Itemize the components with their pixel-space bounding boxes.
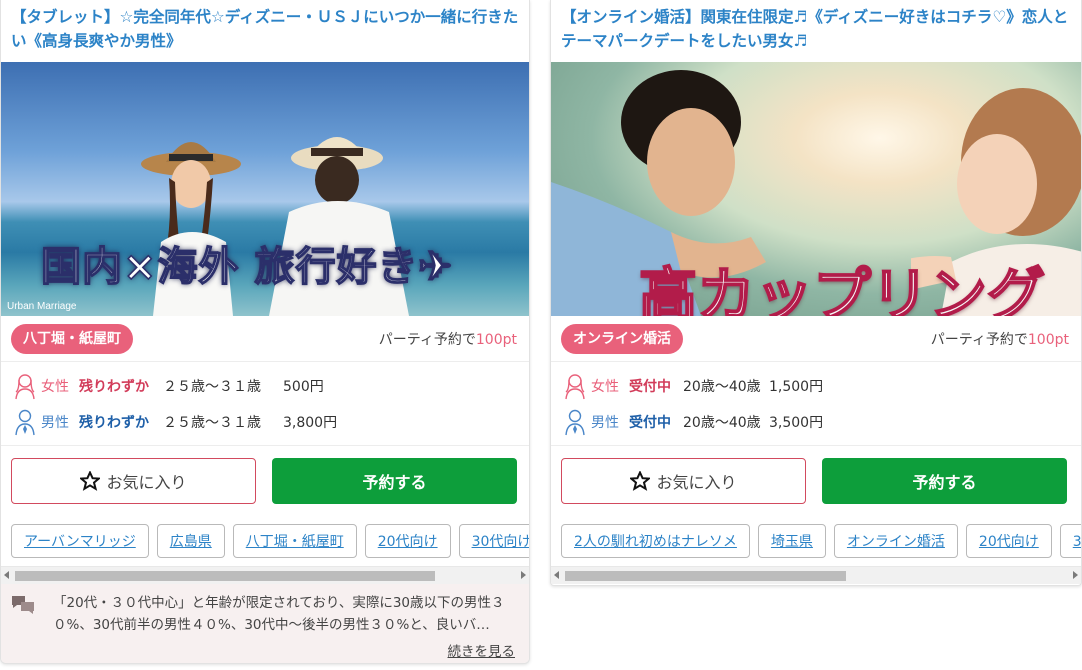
star-icon — [80, 471, 101, 491]
reserve-points: パーティ予約で100pt — [379, 329, 517, 349]
scroll-left-arrow-icon[interactable] — [4, 571, 9, 579]
favorite-label: お気に入り — [656, 473, 737, 492]
female-price: 1,500円 — [769, 379, 824, 395]
reserve-points-value: 100pt — [1027, 331, 1069, 348]
reserve-points-label: パーティ予約で — [378, 331, 476, 348]
event-card: 【タブレット】☆完全同年代☆ディズニー・ＵＳＪにいつか一緒に行きたい《高身長爽や… — [0, 0, 530, 664]
male-icon — [565, 409, 585, 436]
female-row: 女性 受付中 20歳～40歳 1,500円 — [563, 368, 1069, 404]
brand-logo: Urban Marriage — [7, 301, 77, 312]
reserve-points: パーティ予約で100pt — [931, 329, 1069, 349]
event-meta: 八丁堀・紙屋町 パーティ予約で100pt — [1, 316, 529, 362]
event-title[interactable]: 【オンライン婚活】関東在住限定♬《ディズニー好きはコチラ♡》恋人とテーマパークデ… — [551, 0, 1081, 62]
gender-conditions: 女性 受付中 20歳～40歳 1,500円 男性 受付中 20歳～40歳 3,5… — [551, 362, 1081, 446]
event-title-link[interactable]: 【オンライン婚活】関東在住限定♬《ディズニー好きはコチラ♡》恋人とテーマパークデ… — [561, 8, 1068, 50]
hero-caption: 高カップリング — [638, 260, 1046, 316]
scroll-left-arrow-icon[interactable] — [554, 571, 559, 579]
event-image[interactable]: 国内×海外 旅行好き✈ Urban Marriage — [1, 62, 529, 316]
reserve-points-value: 100pt — [475, 331, 517, 348]
male-row: 男性 受付中 20歳～40歳 3,500円 — [563, 404, 1069, 440]
tag-link[interactable]: 八丁堀・紙屋町 — [232, 524, 357, 558]
reserve-button[interactable]: 予約する — [822, 458, 1067, 504]
female-label: 女性 — [41, 379, 69, 395]
tag-link[interactable]: 30代向け — [1059, 524, 1081, 558]
female-status: 受付中 — [629, 379, 671, 395]
female-row: 女性 残りわずか ２５歳～３１歳 500円 — [13, 368, 517, 404]
read-more-link[interactable]: 続きを見る — [448, 640, 516, 660]
event-image[interactable]: 高カップリング — [551, 62, 1081, 316]
tag-link[interactable]: 広島県 — [156, 524, 225, 558]
male-status: 残りわずか — [79, 415, 149, 431]
event-title-link[interactable]: 【タブレット】☆完全同年代☆ディズニー・ＵＳＪにいつか一緒に行きたい《高身長爽や… — [11, 8, 518, 50]
area-badge[interactable]: オンライン婚活 — [561, 323, 683, 354]
favorite-label: お気に入り — [106, 473, 187, 492]
tag-list: アーバンマリッジ 広島県 八丁堀・紙屋町 20代向け 30代向け — [1, 516, 529, 566]
reserve-points-label: パーティ予約で — [930, 331, 1028, 348]
tags-scrollbar[interactable] — [1, 566, 529, 584]
event-card: 【オンライン婚活】関東在住限定♬《ディズニー好きはコチラ♡》恋人とテーマパークデ… — [550, 0, 1082, 586]
tag-link[interactable]: 2人の馴れ初めはナレソメ — [561, 524, 750, 558]
male-row: 男性 残りわずか ２５歳～３１歳 3,800円 — [13, 404, 517, 440]
review-text: 「20代・３０代中心」と年齢が限定されており、実際に30歳以下の男性３０%、30… — [53, 595, 505, 633]
male-price: 3,500円 — [769, 415, 824, 431]
male-price: 3,800円 — [283, 415, 338, 431]
event-title[interactable]: 【タブレット】☆完全同年代☆ディズニー・ＵＳＪにいつか一緒に行きたい《高身長爽や… — [1, 0, 529, 62]
female-price: 500円 — [283, 379, 324, 395]
card-actions: お気に入り 予約する — [551, 446, 1081, 516]
male-status: 受付中 — [629, 415, 671, 431]
gender-conditions: 女性 残りわずか ２５歳～３１歳 500円 男性 残りわずか ２５歳～３１歳 3… — [1, 362, 529, 446]
area-badge[interactable]: 八丁堀・紙屋町 — [11, 323, 133, 354]
event-meta: オンライン婚活 パーティ予約で100pt — [551, 316, 1081, 362]
female-label: 女性 — [591, 379, 619, 395]
hero-caption: 国内×海外 旅行好き✈ — [40, 242, 453, 291]
tag-link[interactable]: アーバンマリッジ — [11, 524, 149, 558]
scrollbar-thumb[interactable] — [15, 571, 435, 581]
scroll-right-arrow-icon[interactable] — [1073, 571, 1078, 579]
scroll-right-arrow-icon[interactable] — [521, 571, 526, 579]
tags-scrollbar[interactable] — [551, 566, 1081, 584]
tag-link[interactable]: 30代向け — [458, 524, 529, 558]
tag-list: 2人の馴れ初めはナレソメ 埼玉県 オンライン婚活 20代向け 30代向け — [551, 516, 1081, 566]
tag-link[interactable]: オンライン婚活 — [833, 524, 958, 558]
male-age-range: 20歳～40歳 — [683, 415, 761, 431]
male-label: 男性 — [41, 415, 69, 431]
favorite-button[interactable]: お気に入り — [11, 458, 256, 504]
card-actions: お気に入り 予約する — [1, 446, 529, 516]
male-label: 男性 — [591, 415, 619, 431]
female-age-range: 20歳～40歳 — [683, 379, 761, 395]
review-snippet: 「20代・３０代中心」と年齢が限定されており、実際に30歳以下の男性３０%、30… — [1, 584, 529, 663]
male-age-range: ２５歳～３１歳 — [163, 415, 261, 431]
scrollbar-thumb[interactable] — [565, 571, 846, 581]
female-age-range: ２５歳～３１歳 — [163, 379, 261, 395]
tag-link[interactable]: 20代向け — [364, 524, 451, 558]
female-status: 残りわずか — [79, 379, 149, 395]
tag-link[interactable]: 埼玉県 — [757, 524, 826, 558]
female-icon — [15, 374, 35, 400]
male-icon — [15, 409, 35, 436]
female-icon — [565, 374, 585, 400]
star-icon — [630, 471, 651, 491]
reserve-button[interactable]: 予約する — [272, 458, 517, 504]
tag-link[interactable]: 20代向け — [965, 524, 1052, 558]
speech-bubbles-icon — [12, 596, 34, 614]
favorite-button[interactable]: お気に入り — [561, 458, 806, 504]
